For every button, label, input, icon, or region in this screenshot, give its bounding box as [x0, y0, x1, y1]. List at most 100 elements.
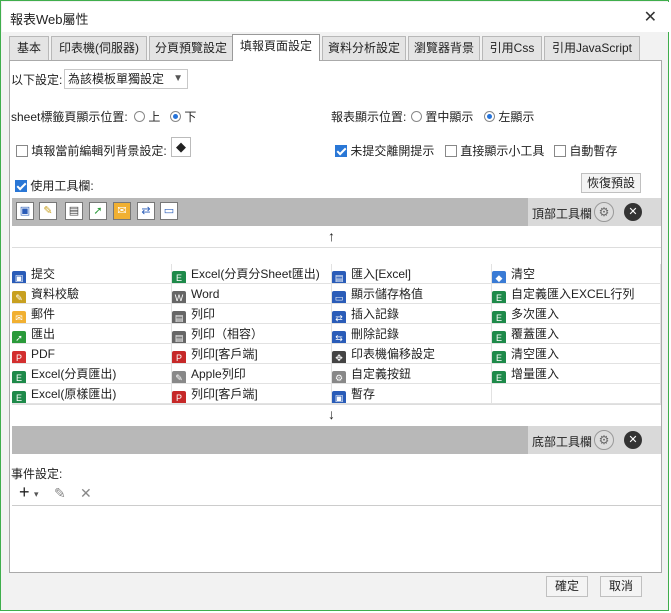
checkbox-icon[interactable] — [554, 145, 566, 157]
toolbar-button-label: 暫存 — [351, 387, 376, 401]
tab-page-preview[interactable]: 分頁預覽設定 — [149, 36, 233, 60]
events-label: 事件設定: — [11, 467, 63, 481]
toolbar-button-item[interactable]: E 自定義匯入EXCEL行列 — [492, 284, 661, 304]
toolbar-button-item[interactable]: P 列印[客戶端] — [172, 344, 332, 364]
temp-save-icon: ▣ — [332, 391, 346, 403]
gear-icon[interactable]: ⚙ — [594, 430, 614, 450]
paint-bucket-icon[interactable]: ◆ — [171, 137, 191, 157]
gear-icon[interactable]: ⚙ — [594, 202, 614, 222]
toolbar-button-label: Excel(原樣匯出) — [31, 387, 117, 401]
toolbar-button-label: 覆蓋匯入 — [511, 327, 560, 341]
toolbar-button-item[interactable]: ◆ 清空 — [492, 264, 661, 284]
printer-icon[interactable]: ▤ — [65, 202, 83, 220]
printer-icon: ▤ — [172, 311, 186, 323]
toolbar-button-item[interactable]: ⚙ 自定義按鈕 — [332, 364, 492, 384]
checkbox-icon[interactable] — [445, 145, 457, 157]
use-toolbar-label: 使用工具欄: — [30, 179, 94, 193]
toolbar-button-item[interactable]: E 多次匯入 — [492, 304, 661, 324]
tab-css[interactable]: 引用Css — [482, 36, 542, 60]
mail-icon[interactable]: ✉ — [113, 202, 131, 220]
cell-value-icon[interactable]: ▭ — [160, 202, 178, 220]
word-icon: W — [172, 291, 186, 303]
bottom-toolbar-label: 底部工具欄 — [532, 435, 593, 449]
toolbar-button-label: PDF — [31, 347, 55, 361]
toolbar-button-item[interactable]: P PDF — [12, 344, 172, 364]
tab-javascript[interactable]: 引用JavaScript — [544, 36, 640, 60]
report-pos-left-option[interactable]: 左顯示 — [484, 108, 534, 125]
title-bar: 報表Web屬性 ✕ — [2, 2, 669, 32]
delete-icon[interactable]: ✕ — [624, 431, 642, 449]
radio-icon[interactable] — [411, 111, 422, 122]
arrow-down-icon[interactable]: ↓ — [328, 406, 335, 422]
excel-icon: E — [12, 391, 26, 403]
insert-record-icon[interactable]: ⇄ — [137, 202, 155, 220]
toolbar-button-item[interactable]: ✥ 印表機偏移設定 — [332, 344, 492, 364]
restore-default-button[interactable]: 恢復預設 — [581, 173, 641, 193]
tab-fill-page[interactable]: 填報頁面設定 — [232, 34, 320, 61]
toolbar-button-item[interactable]: ▣ 提交 — [12, 264, 172, 284]
checkbox-checked-icon[interactable] — [335, 145, 347, 157]
toolbar-button-label: 郵件 — [31, 307, 56, 321]
excel-icon: E — [492, 291, 506, 303]
radio-selected-icon[interactable] — [170, 111, 181, 122]
checkbox-checked-icon[interactable] — [15, 180, 27, 192]
sheet-pos-bottom-option[interactable]: 下 — [170, 108, 196, 125]
toolbar-button-item[interactable]: ⇄ 插入記錄 — [332, 304, 492, 324]
edit-event-icon[interactable]: ✎ — [54, 485, 66, 502]
tab-browser-bg[interactable]: 瀏覽器背景 — [408, 36, 480, 60]
pencil-icon[interactable]: ✎ — [39, 202, 57, 220]
toolbar-button-item[interactable]: ▭ 顯示儲存格值 — [332, 284, 492, 304]
save-icon[interactable]: ▣ — [16, 202, 34, 220]
close-icon[interactable]: ✕ — [644, 7, 657, 27]
toolbar-button-item[interactable]: ▤ 列印 — [172, 304, 332, 324]
toolbar-button-item[interactable]: ▣ 暫存 — [332, 384, 492, 404]
fill-page-panel: 以下設定: 為該模板單獨設定 ▼ sheet標籤頁顯示位置: 上 下 報表顯示位… — [9, 60, 662, 573]
tab-basic[interactable]: 基本 — [9, 36, 49, 60]
cancel-button[interactable]: 取消 — [600, 576, 642, 597]
toolbar-button-item[interactable]: ✎ Apple列印 — [172, 364, 332, 384]
client-print-icon: P — [172, 351, 186, 363]
toolbar-button-item[interactable]: E 清空匯入 — [492, 344, 661, 364]
export-icon[interactable]: ➚ — [89, 202, 107, 220]
toolbar-button-item[interactable]: W Word — [172, 284, 332, 304]
toolbar-button-label: Excel(分頁匯出) — [31, 367, 117, 381]
arrow-up-icon[interactable]: ↑ — [328, 228, 335, 244]
toolbar-button-item[interactable]: E 增量匯入 — [492, 364, 661, 384]
toolbar-button-label: 清空 — [511, 267, 536, 281]
toolbar-button-label: 自定義按鈕 — [351, 367, 412, 381]
checkbox-icon[interactable] — [16, 145, 28, 157]
delete-event-icon[interactable]: ✕ — [80, 485, 92, 502]
toolbar-button-item[interactable]: E Excel(原樣匯出) — [12, 384, 172, 404]
fill-bg-option[interactable]: 填報當前編輯列背景設定: — [16, 142, 167, 159]
toolbar-button-item[interactable]: ▤ 匯入[Excel] — [332, 264, 492, 284]
tab-data-analysis[interactable]: 資料分析設定 — [322, 36, 406, 60]
toolbar-button-label: 印表機偏移設定 — [351, 347, 436, 361]
toolbar-button-item[interactable]: ✎ 資料校驗 — [12, 284, 172, 304]
radio-icon[interactable] — [134, 111, 145, 122]
add-dropdown-icon[interactable]: ▾ — [34, 489, 39, 500]
radio-selected-icon[interactable] — [484, 111, 495, 122]
sheet-pos-top-option[interactable]: 上 — [134, 108, 160, 125]
toolbar-button-item[interactable]: ➚ 匯出 — [12, 324, 172, 344]
ok-button[interactable]: 確定 — [546, 576, 588, 597]
toolbar-button-item[interactable]: ✉ 郵件 — [12, 304, 172, 324]
validate-icon: ✎ — [12, 291, 26, 303]
tab-printer-server[interactable]: 印表機(伺服器) — [51, 36, 147, 60]
toolbar-button-item[interactable]: E Excel(分頁匯出) — [12, 364, 172, 384]
delete-icon[interactable]: ✕ — [624, 203, 642, 221]
toolbar-button-item[interactable]: P 列印[客戶端] — [172, 384, 332, 404]
report-pos-center-option[interactable]: 置中顯示 — [411, 108, 473, 125]
toolbar-button-item[interactable]: E Excel(分頁分Sheet匯出) — [172, 264, 332, 284]
unsubmitted-option[interactable]: 未提交離開提示 — [335, 142, 434, 159]
move-up-row: ↑ — [12, 226, 661, 248]
scope-select[interactable]: 為該模板單獨設定 ▼ — [64, 69, 188, 89]
autosave-option[interactable]: 自動暫存 — [554, 142, 617, 159]
use-toolbar-option[interactable]: 使用工具欄: — [15, 177, 94, 194]
show-tools-option[interactable]: 直接顯示小工具 — [445, 142, 544, 159]
toolbar-button-item[interactable]: ⇆ 刪除記錄 — [332, 324, 492, 344]
toolbar-button-item[interactable]: ▤ 列印（相容） — [172, 324, 332, 344]
toolbar-button-item[interactable]: E 覆蓋匯入 — [492, 324, 661, 344]
chevron-down-icon: ▼ — [173, 73, 183, 84]
add-event-icon[interactable]: + — [19, 482, 30, 503]
client-print-icon: P — [172, 391, 186, 403]
